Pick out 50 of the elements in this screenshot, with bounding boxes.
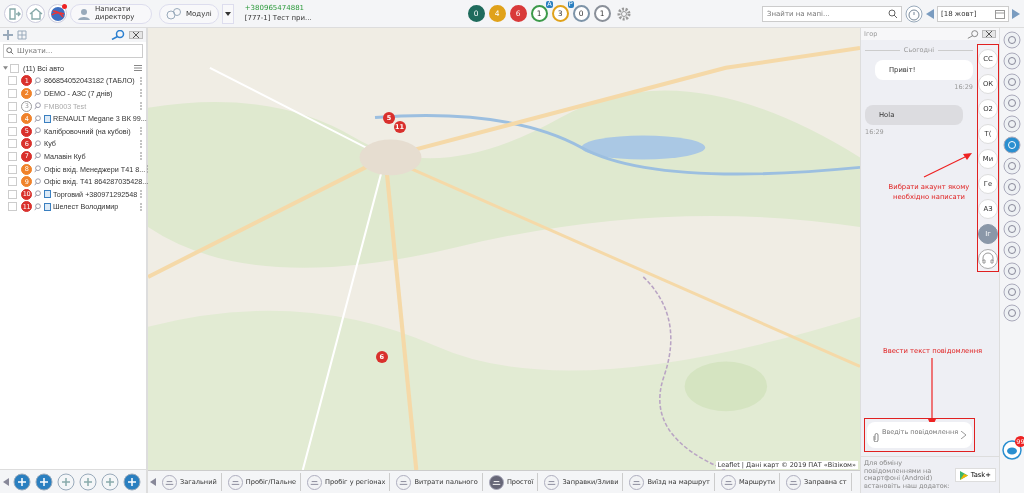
scroll-left-icon[interactable]	[150, 478, 156, 486]
next-icon[interactable]	[1012, 8, 1020, 19]
checkbox[interactable]	[8, 126, 17, 136]
person-icon	[77, 6, 91, 21]
notification-dot	[62, 4, 67, 9]
report-icon	[396, 474, 412, 490]
annotation-arrow	[923, 152, 973, 178]
home-icon	[28, 6, 43, 21]
checkbox[interactable]	[8, 202, 17, 212]
close-icon	[986, 31, 992, 37]
close-icon	[133, 32, 139, 38]
scroll-left-icon[interactable]	[3, 477, 9, 486]
previous-icon[interactable]	[926, 8, 934, 19]
dropdown-button[interactable]	[221, 3, 234, 24]
checkbox[interactable]	[8, 139, 17, 149]
checkbox[interactable]	[8, 89, 17, 98]
checkbox[interactable]	[10, 63, 19, 73]
add-icon[interactable]	[3, 30, 13, 40]
report-icon	[629, 474, 645, 490]
modules-icon	[166, 6, 182, 21]
play-icon	[959, 470, 968, 480]
send-icon[interactable]	[961, 431, 966, 440]
checkbox[interactable]	[8, 164, 17, 174]
exit-icon	[6, 6, 21, 21]
calendar-icon	[995, 8, 1005, 19]
exit-button[interactable]	[4, 4, 23, 23]
close-button[interactable]	[982, 30, 996, 38]
checkbox[interactable]	[8, 189, 17, 199]
home-button[interactable]	[26, 4, 45, 23]
checkbox[interactable]	[8, 177, 17, 187]
report-icon	[786, 474, 802, 490]
menu-icon[interactable]	[134, 65, 142, 72]
report-icon	[720, 474, 736, 490]
paperclip-icon[interactable]	[873, 433, 879, 443]
expand-icon[interactable]	[3, 66, 8, 71]
checkbox[interactable]	[8, 151, 17, 161]
grid-icon[interactable]	[17, 30, 27, 40]
close-button[interactable]	[129, 31, 143, 39]
more-icon[interactable]	[147, 165, 150, 174]
headset-icon[interactable]	[978, 249, 998, 269]
report-icon	[162, 474, 177, 490]
report-icon	[488, 474, 504, 490]
report-icon	[307, 474, 322, 490]
chat-icon[interactable]	[1002, 440, 1022, 460]
report-icon	[227, 474, 243, 490]
caret-icon	[224, 11, 231, 16]
report-icon	[544, 474, 560, 490]
checkbox[interactable]	[8, 114, 17, 124]
checkbox[interactable]	[8, 101, 17, 111]
checkbox[interactable]	[8, 76, 17, 86]
